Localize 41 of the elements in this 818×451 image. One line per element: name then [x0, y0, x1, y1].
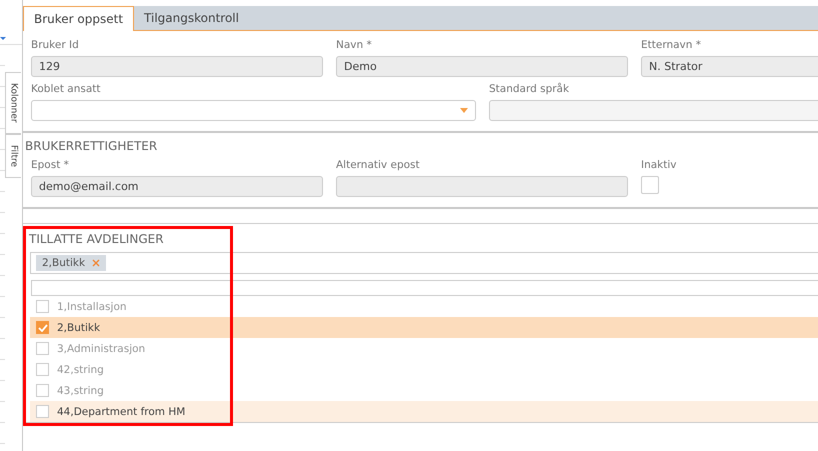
checkbox[interactable]: [36, 363, 49, 376]
checkbox[interactable]: [36, 342, 49, 355]
tag-label: 2,Butikk: [42, 257, 86, 269]
option-label: 43,string: [57, 384, 104, 396]
close-icon[interactable]: [92, 259, 100, 267]
option-label: 42,string: [57, 364, 104, 376]
option-item[interactable]: 2,Butikk: [30, 317, 818, 338]
option-item[interactable]: 44,Department from HM: [30, 401, 818, 422]
field-label: Etternavn *: [641, 39, 702, 52]
tab[interactable]: Bruker oppsett: [23, 6, 134, 31]
checkbox[interactable]: [36, 405, 49, 418]
chevron-icon[interactable]: [0, 37, 6, 40]
checkbox[interactable]: [36, 384, 49, 397]
field-label: Epost *: [31, 159, 70, 172]
option-label: 3,Administrasjon: [57, 342, 146, 354]
side-tab[interactable]: Kolonner: [5, 72, 21, 134]
checkbox[interactable]: [641, 176, 659, 194]
side-tab[interactable]: Filtre: [5, 134, 21, 178]
input-field[interactable]: [336, 176, 628, 197]
option-label: 2,Butikk: [57, 322, 100, 334]
option-label: 1,Installasjon: [57, 300, 127, 312]
field-label: Alternativ epost: [336, 159, 421, 172]
field-label: Standard språk: [489, 83, 570, 96]
field-label: Navn *: [336, 39, 373, 52]
input-field[interactable]: N. Strator: [641, 56, 818, 77]
input-field[interactable]: Demo: [336, 56, 628, 77]
option-label: 44,Department from HM: [57, 406, 186, 418]
multiselect-field[interactable]: 2,Butikk: [30, 252, 818, 274]
section-title: BRUKERRETTIGHETER: [25, 139, 158, 153]
field-label: Inaktiv: [641, 159, 678, 172]
checkbox[interactable]: [36, 300, 49, 313]
input-field[interactable]: 129: [31, 56, 323, 77]
input-field[interactable]: demo@email.com: [31, 176, 323, 197]
input-field[interactable]: [489, 100, 818, 121]
section-title: TILLATTE AVDELINGER: [29, 232, 165, 246]
dropdown-field[interactable]: [31, 100, 476, 121]
tab[interactable]: Tilgangskontroll: [134, 6, 249, 30]
checkbox[interactable]: [36, 321, 49, 334]
field-label: Bruker Id: [31, 39, 80, 52]
field-label: Koblet ansatt: [31, 83, 102, 96]
caret-icon: [460, 108, 468, 113]
